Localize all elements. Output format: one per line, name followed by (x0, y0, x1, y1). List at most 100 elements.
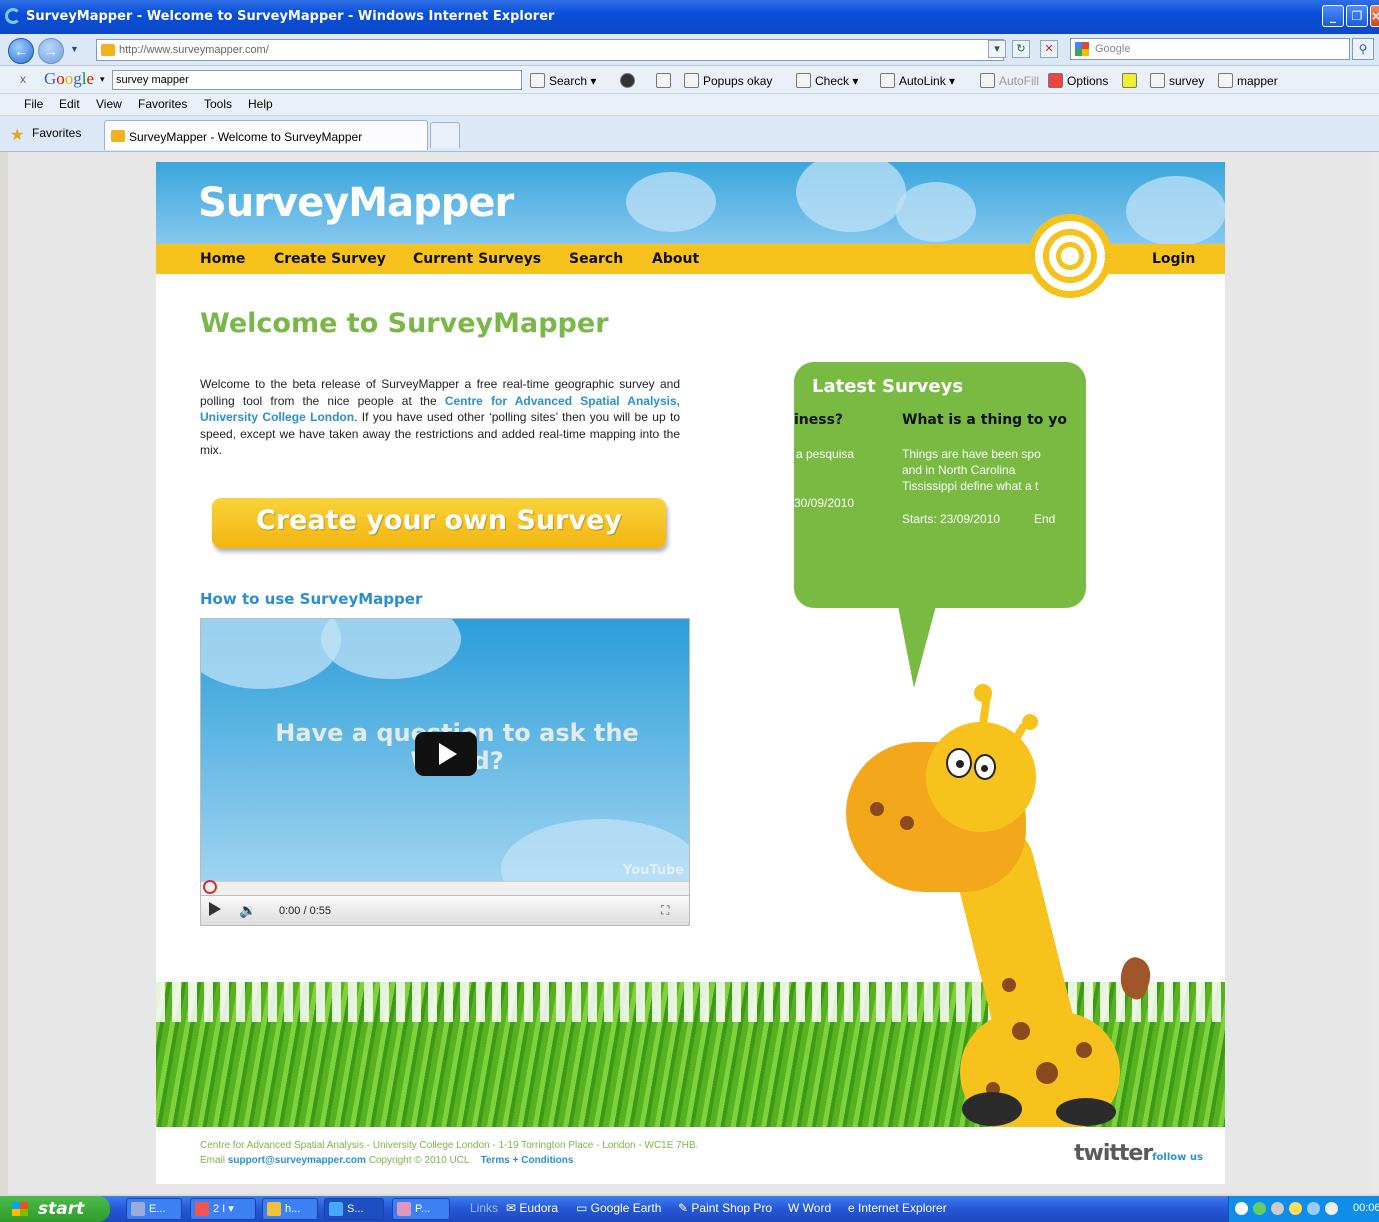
autolink-button[interactable]: AutoLink ▾ (880, 73, 955, 88)
nav-current-surveys[interactable]: Current Surveys (413, 251, 541, 267)
autolink-icon (880, 73, 895, 88)
intro-text: Welcome to the beta release of SurveyMap… (200, 377, 680, 457)
survey-title[interactable]: What is a thing to yo (902, 412, 1067, 428)
giraffe-horn-tip (1022, 714, 1038, 730)
menu-tools[interactable]: Tools (204, 97, 232, 111)
app-icon (195, 1202, 209, 1216)
survey-start-date: Starts: 23/09/2010 (902, 512, 1001, 526)
taskbar-item[interactable]: S... (324, 1198, 384, 1220)
taskbar-item[interactable]: P... (392, 1198, 450, 1220)
favorites-button[interactable]: Favorites (32, 126, 81, 140)
nav-about[interactable]: About (652, 251, 699, 267)
taskbar-item[interactable]: 2 I ▾ (190, 1198, 256, 1220)
youtube-watermark[interactable]: YouTube (623, 863, 684, 878)
restore-button[interactable]: ❐ (1346, 5, 1368, 27)
tray-app-icon[interactable] (1253, 1202, 1266, 1215)
new-tab-button[interactable] (430, 122, 460, 148)
quicklink-google-earth[interactable]: ▭ Google Earth (576, 1201, 661, 1215)
video-controls: 🔉 0:00 / 0:55 ⛶ (201, 895, 689, 925)
fullscreen-icon[interactable]: ⛶ (661, 903, 669, 918)
volume-icon[interactable]: 🔉 (239, 902, 256, 919)
search-input[interactable]: Google (1070, 38, 1350, 60)
play-icon[interactable] (209, 902, 221, 916)
back-button[interactable]: ← (8, 38, 34, 64)
video-player: Have a question to ask the World? YouTub… (200, 618, 690, 926)
google-toolbar: x Google ▾ survey mapper Search ▾ Popups… (0, 66, 1379, 94)
video-play-overlay-icon[interactable] (415, 732, 477, 776)
survey-body: a pesquisa (796, 447, 855, 461)
tray-clock[interactable]: 00:06 (1353, 1202, 1379, 1214)
survey-title[interactable]: iness? (794, 412, 843, 428)
survey-body-line: and in North Carolina (902, 463, 1016, 477)
tab-surveymapper[interactable]: SurveyMapper - Welcome to SurveyMapper (104, 120, 428, 150)
search-button[interactable]: ⚲ (1352, 38, 1374, 60)
menu-file[interactable]: File (24, 97, 43, 111)
video-progress-bar[interactable] (201, 880, 689, 895)
find-mapper-button[interactable]: mapper (1218, 73, 1278, 88)
tray-network-icon[interactable] (1307, 1202, 1320, 1215)
video-frame[interactable]: Have a question to ask the World? YouTub… (201, 619, 689, 881)
find-survey-button[interactable]: survey (1150, 73, 1204, 88)
find-icon (1218, 73, 1233, 88)
tray-wifi-icon[interactable] (1325, 1202, 1338, 1215)
twitter-follow-link[interactable]: twitterfollow us (1074, 1141, 1203, 1166)
google-search-button[interactable]: Search ▾ (530, 73, 596, 88)
video-time: 0:00 / 0:55 (279, 905, 331, 917)
popup-icon (684, 73, 699, 88)
forward-button[interactable]: → (38, 38, 64, 64)
menu-bar: File Edit View Favorites Tools Help (0, 94, 1379, 116)
nav-home[interactable]: Home (200, 251, 245, 267)
taskbar-item[interactable]: E... (126, 1198, 182, 1220)
menu-view[interactable]: View (96, 97, 122, 111)
stop-button[interactable]: ✕ (1040, 40, 1058, 58)
windows-taskbar: start E... 2 I ▾ h... S... P... Links ✉ … (0, 1196, 1379, 1222)
nav-login[interactable]: Login (1152, 251, 1195, 267)
start-button[interactable]: start (0, 1196, 110, 1222)
latest-surveys-panel: Latest Surveys iness? a pesquisa 30/09/2… (794, 362, 1086, 608)
google-logo[interactable]: Google (44, 69, 94, 89)
pagerank-icon[interactable] (620, 73, 639, 88)
close-toolbar-icon[interactable]: x (20, 72, 26, 86)
terms-link[interactable]: Terms + Conditions (481, 1155, 574, 1166)
popup-blocker-button[interactable]: Popups okay (684, 73, 772, 88)
tray-app-icon[interactable] (1271, 1202, 1284, 1215)
nav-search[interactable]: Search (569, 251, 623, 267)
nav-create-survey[interactable]: Create Survey (274, 251, 386, 267)
google-search-icon (1075, 42, 1089, 56)
tray-arrow-icon[interactable] (1235, 1202, 1248, 1215)
news-icon[interactable] (656, 73, 675, 88)
minimize-button[interactable]: _ (1322, 5, 1344, 27)
menu-help[interactable]: Help (248, 97, 273, 111)
vertical-scrollbar[interactable] (1371, 152, 1379, 1194)
close-button[interactable]: × (1370, 5, 1379, 27)
refresh-button[interactable]: ↻ (1012, 40, 1030, 58)
highlighter-icon[interactable] (1122, 73, 1141, 88)
spellcheck-button[interactable]: Check ▾ (796, 73, 858, 88)
support-email-link[interactable]: support@surveymapper.com (228, 1155, 366, 1166)
url-dropdown-button[interactable]: ▾ (988, 40, 1006, 58)
menu-edit[interactable]: Edit (59, 97, 80, 111)
options-icon (1048, 73, 1063, 88)
options-button[interactable]: Options (1048, 73, 1108, 88)
taskbar-item[interactable]: h... (262, 1198, 318, 1220)
quicklink-internet-explorer[interactable]: e Internet Explorer (848, 1201, 947, 1215)
quicklink-word[interactable]: W Word (788, 1201, 831, 1215)
tray-app-icon[interactable] (1289, 1202, 1302, 1215)
progress-knob[interactable] (203, 880, 217, 894)
survey-body-line: Things are have been spo (902, 447, 1041, 461)
google-query-input[interactable]: survey mapper (112, 70, 522, 90)
menu-favorites[interactable]: Favorites (138, 97, 187, 111)
create-survey-button[interactable]: Create your own Survey (212, 498, 666, 548)
quicklink-eudora[interactable]: ✉ Eudora (506, 1201, 558, 1215)
history-dropdown-icon[interactable]: ▼ (70, 44, 79, 54)
latest-surveys-title: Latest Surveys (812, 376, 964, 397)
google-menu-icon[interactable]: ▾ (100, 74, 105, 85)
url-input[interactable]: http://www.surveymapper.com/ (96, 39, 1004, 61)
quicklink-paint-shop-pro[interactable]: ✎ Paint Shop Pro (678, 1201, 772, 1215)
favorites-star-icon[interactable]: ★ (10, 125, 24, 145)
cloud-decoration (796, 162, 906, 232)
site-logo[interactable]: SurveyMapper (198, 180, 514, 226)
giraffe-hoof (962, 1092, 1022, 1126)
autofill-button[interactable]: AutoFill (980, 73, 1039, 88)
cloud-decoration (321, 619, 461, 679)
